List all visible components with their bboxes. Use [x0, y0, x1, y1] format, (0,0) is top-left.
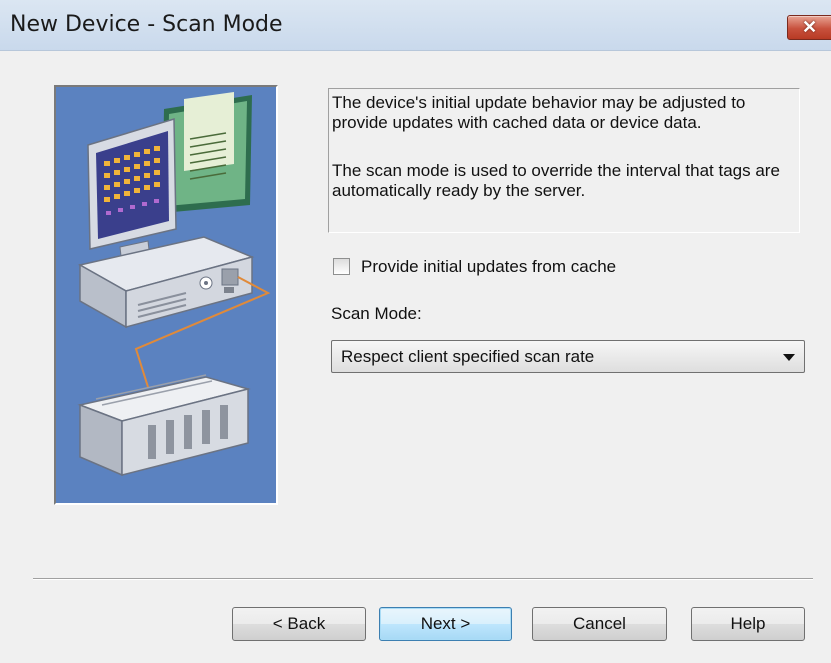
scan-mode-value: Respect client specified scan rate: [341, 347, 595, 366]
scan-mode-dialog: New Device - Scan Mode ✕ The device's in…: [0, 0, 831, 663]
description-paragraph-1: The device's initial update behavior may…: [332, 93, 746, 132]
footer-separator: [33, 578, 813, 580]
scan-mode-dropdown[interactable]: Respect client specified scan rate: [331, 340, 805, 373]
description-paragraph-2: The scan mode is used to override the in…: [332, 161, 780, 200]
chevron-down-icon[interactable]: [783, 354, 795, 361]
close-button[interactable]: ✕: [787, 15, 831, 40]
title-bar[interactable]: New Device - Scan Mode ✕: [0, 0, 831, 51]
computer-plc-icon: [77, 91, 271, 477]
wizard-illustration: [54, 85, 278, 505]
cache-checkbox[interactable]: [333, 258, 350, 275]
description-box: The device's initial update behavior may…: [328, 88, 800, 233]
cancel-button[interactable]: Cancel: [532, 607, 667, 641]
scan-mode-label: Scan Mode:: [331, 304, 422, 323]
dialog-title: New Device - Scan Mode: [10, 12, 283, 37]
close-icon: ✕: [802, 17, 818, 37]
help-button[interactable]: Help: [691, 607, 805, 641]
next-button[interactable]: Next >: [379, 607, 512, 641]
back-button[interactable]: < Back: [232, 607, 366, 641]
cache-checkbox-label[interactable]: Provide initial updates from cache: [361, 257, 616, 277]
